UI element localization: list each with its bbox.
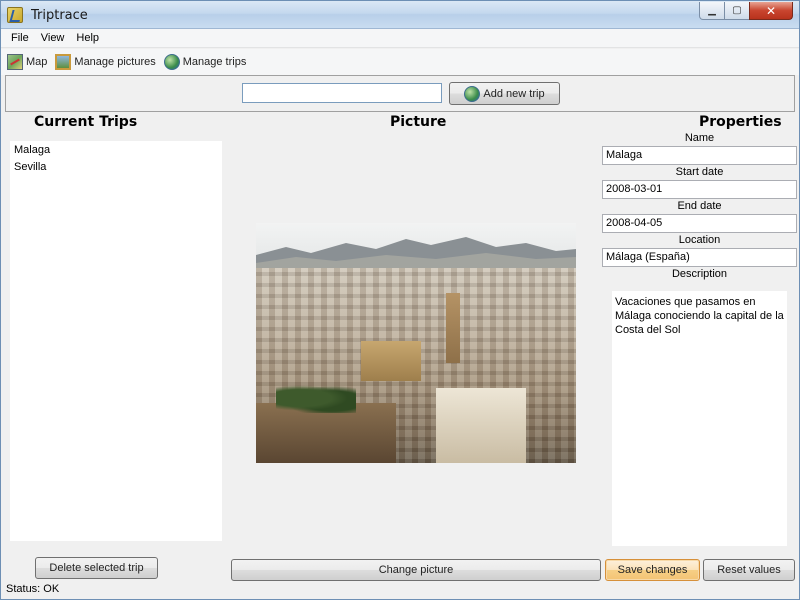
location-field[interactable]: Málaga (España): [602, 248, 797, 267]
maximize-icon: ▢: [732, 5, 742, 16]
trips-list[interactable]: Malaga Sevilla: [10, 141, 222, 541]
manage-pictures-label: Manage pictures: [74, 56, 156, 68]
minimize-button[interactable]: ▁: [699, 2, 725, 20]
globe-icon: [163, 54, 180, 70]
name-label: Name: [684, 132, 715, 144]
mountain-silhouette: [256, 237, 576, 273]
map-button[interactable]: Map: [7, 54, 47, 70]
window-controls: ▁ ▢ ✕: [699, 2, 793, 20]
description-field[interactable]: Vacaciones que pasamos en Málaga conocie…: [612, 291, 787, 546]
menu-view[interactable]: View: [35, 32, 71, 44]
app-logo-icon: [7, 7, 23, 23]
menu-bar: File View Help: [1, 29, 799, 48]
picture-icon: [55, 54, 72, 70]
map-button-label: Map: [26, 56, 48, 68]
save-changes-button[interactable]: Save changes: [605, 559, 700, 581]
menu-file[interactable]: File: [5, 32, 35, 44]
start-date-label: Start date: [675, 166, 724, 178]
add-trip-panel: Add new trip: [5, 75, 795, 112]
status-text: Status: OK: [6, 583, 60, 595]
end-date-field[interactable]: 2008-04-05: [602, 214, 797, 233]
reset-values-button[interactable]: Reset values: [703, 559, 795, 581]
list-item[interactable]: Sevilla: [10, 159, 222, 176]
location-label: Location: [678, 234, 721, 246]
minimize-icon: ▁: [708, 5, 716, 16]
picture-heading: Picture: [390, 114, 447, 130]
add-new-trip-button[interactable]: Add new trip: [449, 82, 560, 105]
manage-trips-button[interactable]: Manage trips: [163, 54, 247, 70]
change-picture-button[interactable]: Change picture: [231, 559, 601, 581]
map-icon: [7, 54, 23, 70]
manage-pictures-button[interactable]: Manage pictures: [55, 54, 156, 70]
description-label: Description: [671, 268, 728, 280]
end-date-label: End date: [677, 200, 722, 212]
toolbar: Map Manage pictures Manage trips: [1, 49, 799, 75]
manage-trips-label: Manage trips: [182, 56, 247, 68]
menu-help[interactable]: Help: [70, 32, 105, 44]
add-new-trip-label: Add new trip: [483, 87, 545, 100]
current-trips-heading: Current Trips: [34, 114, 138, 130]
maximize-button[interactable]: ▢: [724, 2, 750, 20]
window-title: Triptrace: [31, 8, 88, 23]
delete-trip-button[interactable]: Delete selected trip: [35, 557, 158, 579]
globe-icon: [464, 85, 481, 102]
title-bar[interactable]: Triptrace ▁ ▢ ✕: [1, 1, 799, 29]
properties-heading: Properties: [699, 114, 782, 130]
list-item[interactable]: Malaga: [10, 141, 222, 159]
name-field[interactable]: Malaga: [602, 146, 797, 165]
new-trip-input[interactable]: [242, 83, 442, 103]
app-window: Triptrace ▁ ▢ ✕ File View Help Map Manag…: [0, 0, 800, 600]
close-button[interactable]: ✕: [749, 2, 793, 20]
close-icon: ✕: [765, 3, 777, 18]
start-date-field[interactable]: 2008-03-01: [602, 180, 797, 199]
trip-picture: [256, 223, 576, 463]
